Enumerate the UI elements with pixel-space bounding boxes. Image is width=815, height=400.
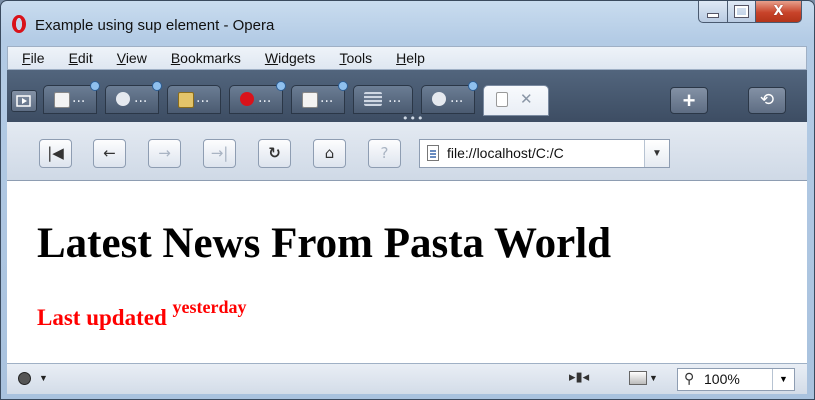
address-dropdown-button[interactable]: ▼	[644, 140, 669, 167]
panel-toggle-button[interactable]	[11, 90, 37, 112]
media-icon[interactable]: ▸▮◂	[569, 370, 589, 385]
undo-icon: ⟲	[759, 90, 775, 110]
back-arrow-icon: ←	[103, 144, 116, 162]
opera-logo-icon	[12, 15, 26, 33]
maximize-button[interactable]	[728, 1, 756, 23]
maximize-icon	[734, 5, 749, 18]
menu-widgets[interactable]: Widgets	[265, 50, 316, 66]
loading-dot-icon	[90, 81, 100, 91]
tab-5[interactable]: ...	[291, 81, 348, 114]
image-toggle-icon[interactable]	[629, 371, 647, 385]
address-text[interactable]: file://localhost/C:/C	[447, 145, 641, 161]
menu-bookmarks[interactable]: Bookmarks	[171, 50, 241, 66]
tab-label: ...	[258, 90, 272, 106]
status-bar: ▼ ▸▮◂ ▼ ⚲ 100% ▼	[7, 363, 807, 394]
minimize-button[interactable]	[698, 1, 728, 23]
tab-active[interactable]: ✕	[483, 85, 549, 116]
loading-dot-icon	[468, 81, 478, 91]
window-title: Example using sup element - Opera	[35, 17, 275, 34]
last-updated-text: Last updated yesterday	[37, 297, 246, 331]
new-tab-button[interactable]: +	[670, 87, 708, 114]
title-bar: Example using sup element - Opera X	[1, 1, 814, 43]
menu-view[interactable]: View	[117, 50, 147, 66]
tab-6[interactable]: ...	[353, 85, 413, 114]
zoom-dropdown-button[interactable]: ▼	[772, 369, 794, 390]
reload-icon: ↻	[268, 144, 281, 162]
chevron-down-icon[interactable]: ▼	[649, 373, 658, 383]
tab-label: ...	[72, 90, 86, 106]
tab-close-icon[interactable]: ✕	[520, 90, 533, 108]
reload-button[interactable]: ↻	[258, 139, 291, 168]
chevron-down-icon: ▼	[652, 148, 662, 159]
tab-label: ...	[196, 90, 210, 106]
panel-icon	[16, 95, 31, 107]
plus-icon: +	[682, 88, 696, 113]
tab-label: ...	[450, 90, 464, 106]
loading-dot-icon	[338, 81, 348, 91]
speech-bubble-icon	[116, 92, 130, 106]
document-icon	[54, 92, 70, 108]
tab-label: ...	[388, 90, 402, 106]
tab-bar: ... ... ... ... ... ... ... ✕ + ⟲ •••	[7, 70, 807, 125]
page-content: Latest News From Pasta World Last update…	[7, 181, 807, 363]
fast-forward-button[interactable]: →|	[203, 139, 236, 168]
loading-dot-icon	[276, 81, 286, 91]
address-bar[interactable]: file://localhost/C:/C ▼	[419, 139, 670, 168]
tab-4[interactable]: ...	[229, 81, 286, 114]
rewind-icon: |◀	[47, 144, 64, 162]
site-info-button[interactable]: ?	[368, 139, 401, 168]
tab-7[interactable]: ...	[421, 81, 478, 114]
close-icon: X	[773, 4, 784, 19]
opera-icon	[240, 92, 254, 106]
speech-bubble-icon	[432, 92, 446, 106]
page-heading: Latest News From Pasta World	[37, 220, 612, 267]
tab-label: ...	[320, 90, 334, 106]
tab-3[interactable]: ...	[167, 85, 221, 114]
browser-window: Example using sup element - Opera X File…	[0, 0, 815, 400]
page-icon	[496, 92, 508, 107]
window-controls: X	[698, 1, 802, 25]
forward-arrow-icon: →	[158, 144, 171, 162]
menu-tools[interactable]: Tools	[339, 50, 372, 66]
key-icon: ?	[380, 144, 389, 162]
tab-1[interactable]: ...	[43, 81, 100, 114]
home-icon: ⌂	[324, 144, 335, 162]
forward-button[interactable]: →	[148, 139, 181, 168]
close-button[interactable]: X	[756, 1, 802, 23]
network-globe-icon[interactable]	[18, 372, 31, 385]
loading-dot-icon	[152, 81, 162, 91]
menu-edit[interactable]: Edit	[69, 50, 93, 66]
navigation-bar: |◀ ← → →| ↻ ⌂ ? file://localhost/C:/C ▼	[7, 122, 807, 181]
tab-label: ...	[134, 90, 148, 106]
home-button[interactable]: ⌂	[313, 139, 346, 168]
last-updated-label: Last updated	[37, 305, 167, 330]
menu-bar: File Edit View Bookmarks Widgets Tools H…	[7, 46, 807, 70]
menu-help[interactable]: Help	[396, 50, 425, 66]
menu-file[interactable]: File	[22, 50, 45, 66]
rewind-button[interactable]: |◀	[39, 139, 72, 168]
chevron-down-icon: ▼	[779, 374, 788, 384]
tab-2[interactable]: ...	[105, 81, 162, 114]
chevron-down-icon[interactable]: ▼	[39, 373, 48, 383]
superscript-text: yesterday	[172, 297, 247, 317]
back-button[interactable]: ←	[93, 139, 126, 168]
grid-icon	[364, 92, 382, 106]
closed-tabs-button[interactable]: ⟲	[748, 87, 786, 114]
download-icon	[178, 92, 194, 108]
file-icon	[427, 145, 439, 161]
document-icon	[302, 92, 318, 108]
fast-forward-icon: →|	[210, 144, 229, 162]
magnifier-icon: ⚲	[684, 371, 695, 387]
minimize-icon	[707, 13, 719, 18]
zoom-level[interactable]: 100%	[704, 371, 740, 387]
zoom-control[interactable]: ⚲ 100% ▼	[677, 368, 795, 391]
